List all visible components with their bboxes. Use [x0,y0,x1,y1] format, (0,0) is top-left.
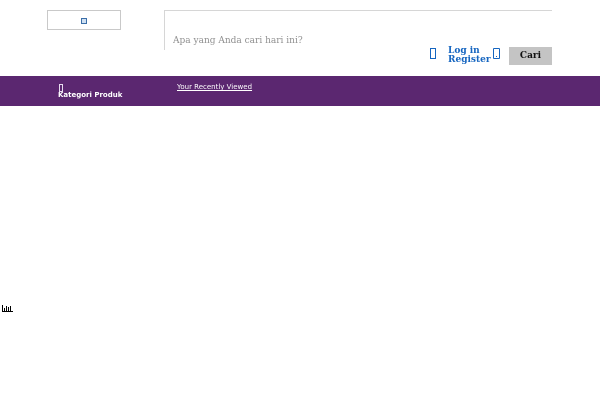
chart-icon[interactable] [2,305,13,312]
broken-image-icon [81,18,87,24]
page: Log in Register Cari Kategori Produk You… [0,0,600,400]
register-link[interactable]: Register [448,56,491,65]
category-menu-label[interactable]: Kategori Produk [58,91,122,100]
recently-viewed-link[interactable]: Your Recently Viewed [177,83,252,92]
phone-icon[interactable] [493,48,500,59]
search-input[interactable] [164,10,552,50]
site-logo-link[interactable] [47,10,121,30]
search-button[interactable]: Cari [509,47,552,65]
user-icon[interactable] [430,48,436,59]
category-nav-bar: Kategori Produk Your Recently Viewed [0,76,600,106]
